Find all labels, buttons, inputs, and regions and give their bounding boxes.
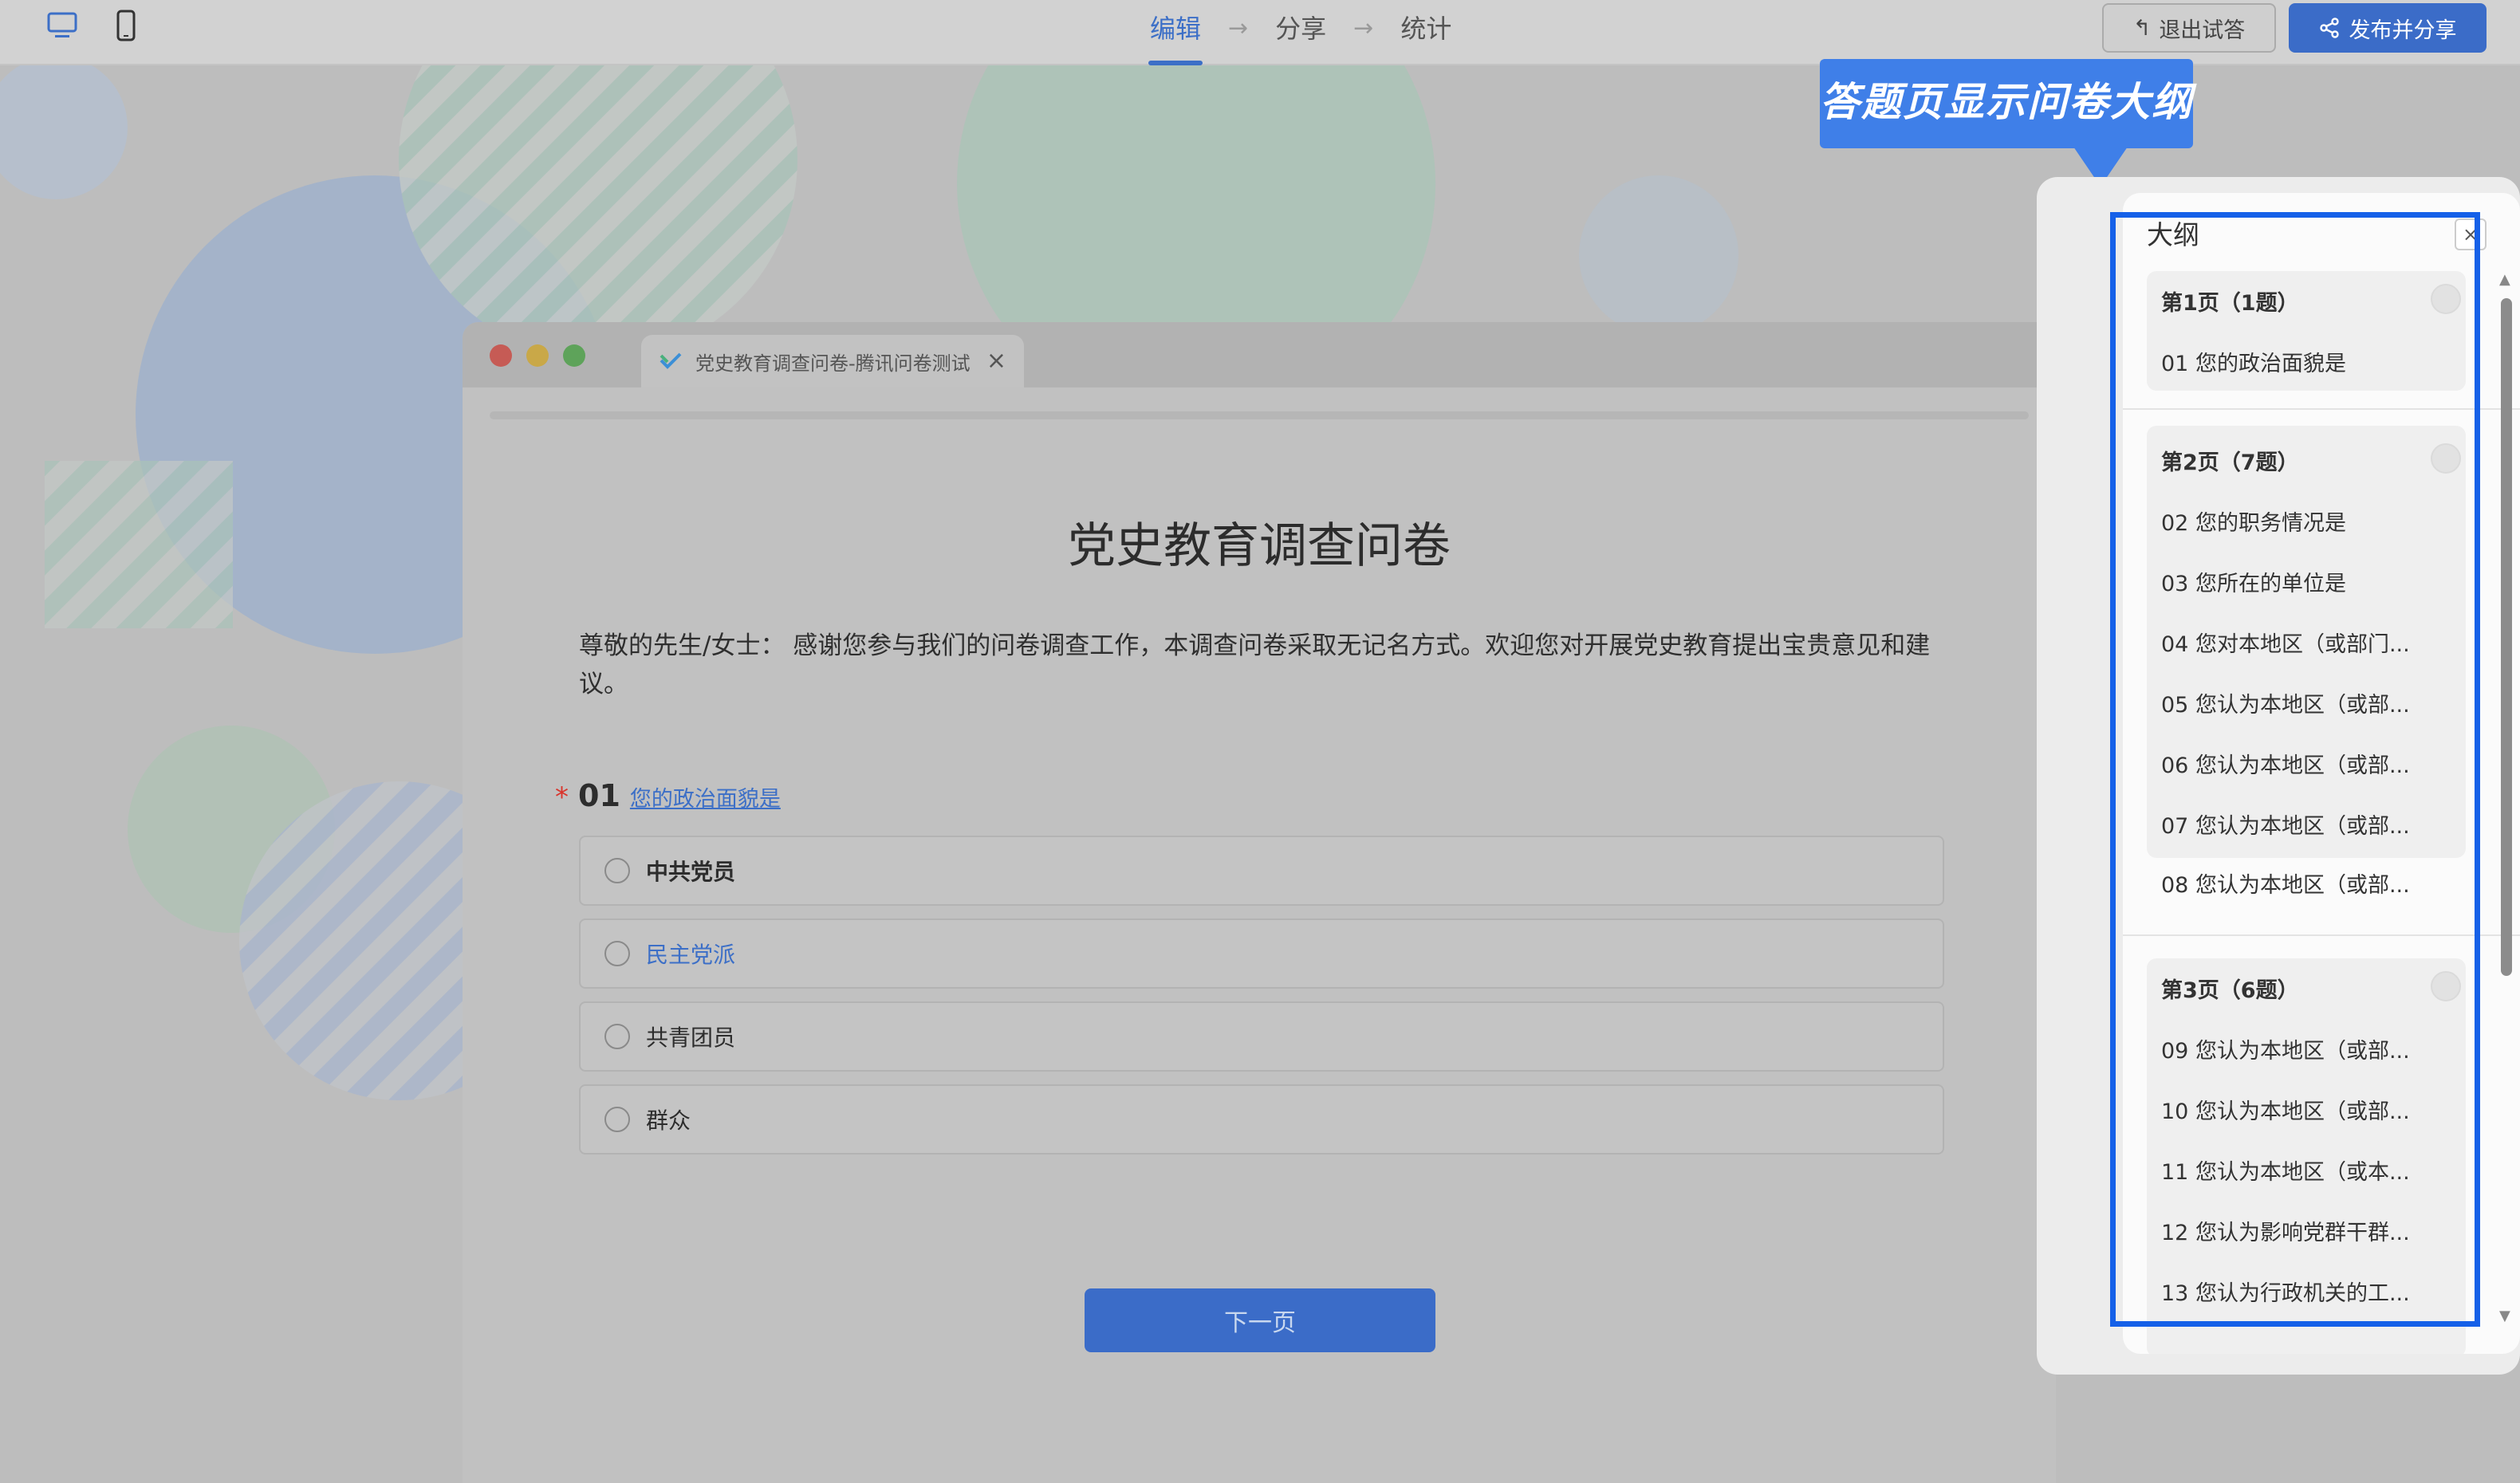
survey-page: 党史教育调查问卷 尊敬的先生/女士： 感谢您参与我们的问卷调查工作，本调查问卷采… [463,387,2056,1483]
publish-share-button[interactable]: 发布并分享 [2289,3,2487,53]
radio-icon[interactable] [604,1107,630,1132]
radio-icon[interactable] [604,858,630,883]
browser-tab[interactable]: 党史教育调查问卷-腾讯问卷测试 × [641,335,1024,387]
option-label: 中共党员 [646,859,736,885]
tab-title: 党史教育调查问卷-腾讯问卷测试 [695,352,971,375]
option-democratic-party[interactable]: 民主党派 [579,919,1944,989]
scroll-up-icon[interactable]: ▲ [2499,271,2510,288]
close-window-dot[interactable] [490,344,512,367]
publish-share-label: 发布并分享 [2349,18,2457,43]
survey-intro: 尊敬的先生/女士： 感谢您参与我们的问卷调查工作，本调查问卷采取无记名方式。欢迎… [579,631,1931,698]
mobile-icon[interactable] [108,8,144,43]
option-label: 共青团员 [646,1025,736,1051]
browser-chrome: 党史教育调查问卷-腾讯问卷测试 × [463,322,2056,387]
question-title[interactable]: 您的政治面貌是 [630,781,781,812]
outline-scrollbar[interactable] [2501,298,2512,976]
annotation-callout: 答题页显示问卷大纲 [1820,59,2193,148]
survey-title: 党史教育调查问卷 [1068,518,1451,574]
arrow-right-icon: → [1353,14,1374,42]
step-edit[interactable]: 编辑 [1148,8,1203,65]
exit-trial-label: 退出试答 [2159,18,2246,43]
top-toolbar: 编辑 → 分享 → 统计 ↰ 退出试答 发布并分享 [0,0,2520,65]
undo-arrow-icon: ↰ [2132,15,2152,41]
arrow-right-icon: → [1228,14,1249,42]
progress-bar [490,411,2029,419]
required-mark: * [555,781,569,813]
exit-trial-button[interactable]: ↰ 退出试答 [2102,3,2276,53]
close-tab-icon[interactable]: × [986,349,1006,373]
tencent-survey-icon [660,352,682,369]
next-page-button[interactable]: 下一页 [1085,1288,1435,1352]
desktop-icon[interactable] [45,8,80,43]
callout-text: 答题页显示问卷大纲 [1820,79,2193,125]
browser-preview: 党史教育调查问卷-腾讯问卷测试 × 党史教育调查问卷 尊敬的先生/女士： 感谢您… [463,322,2056,1483]
scroll-down-icon[interactable]: ▼ [2499,1308,2510,1324]
minimize-window-dot[interactable] [526,344,549,367]
option-label: 民主党派 [646,942,736,968]
question-header: * 01 您的政治面貌是 [555,778,781,813]
radio-icon[interactable] [604,1024,630,1049]
annotation-highlight-frame [2110,212,2480,1327]
option-label: 群众 [646,1107,691,1134]
question-number: 01 [578,778,620,813]
option-communist-party[interactable]: 中共党员 [579,836,1944,906]
option-youth-league[interactable]: 共青团员 [579,1001,1944,1072]
option-masses[interactable]: 群众 [579,1084,1944,1155]
share-icon [2319,18,2339,38]
maximize-window-dot[interactable] [563,344,585,367]
step-share[interactable]: 分享 [1274,8,1328,49]
step-nav: 编辑 → 分享 → 统计 [1148,8,1453,65]
radio-icon[interactable] [604,941,630,966]
step-stats[interactable]: 统计 [1399,8,1453,49]
